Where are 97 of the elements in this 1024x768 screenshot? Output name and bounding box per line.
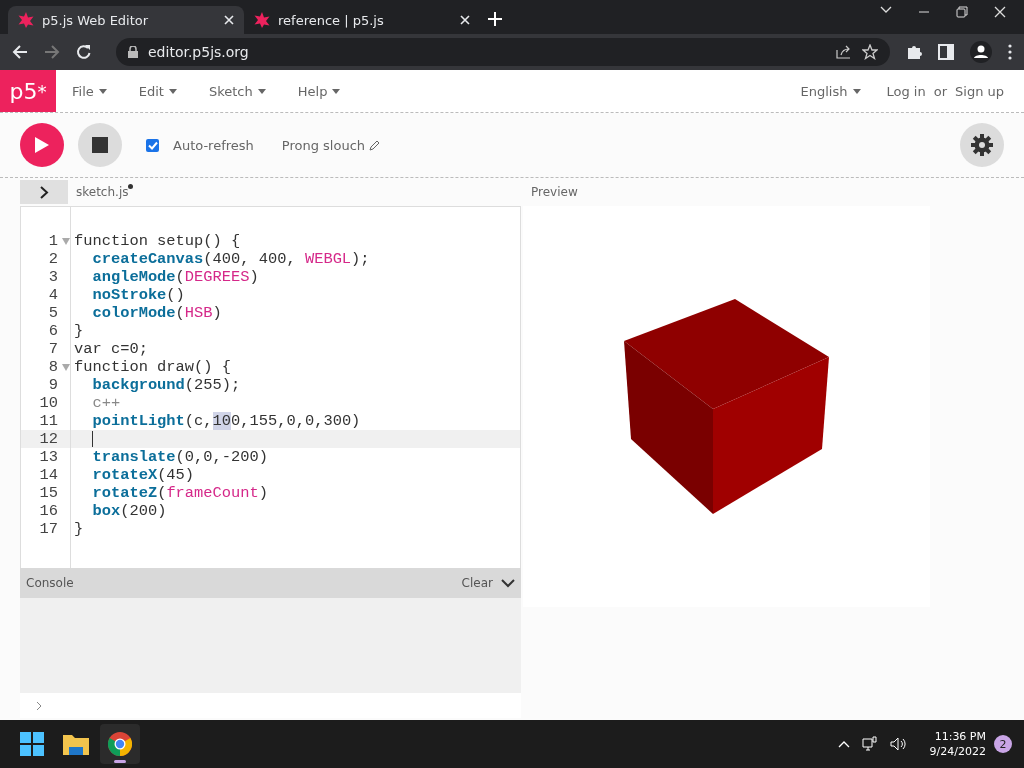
p5-star-icon bbox=[18, 12, 34, 28]
play-button[interactable] bbox=[20, 123, 64, 167]
line-number: 5 bbox=[47, 304, 58, 322]
text-cursor bbox=[92, 431, 93, 447]
close-icon[interactable] bbox=[460, 15, 470, 25]
caret-icon bbox=[168, 88, 177, 94]
preview-label: Preview bbox=[531, 185, 578, 199]
sketch-name[interactable]: Prong slouch bbox=[281, 137, 366, 153]
auto-refresh-label: Auto-refresh bbox=[173, 137, 254, 153]
login-link[interactable]: Log in bbox=[886, 83, 926, 99]
browser-tab[interactable]: p5.js Web Editor bbox=[8, 6, 244, 34]
code-line: background(255); bbox=[91, 376, 241, 394]
stop-icon bbox=[92, 137, 108, 153]
caret-icon bbox=[852, 88, 861, 94]
clock[interactable]: 11:36 PM 9/24/2022 bbox=[929, 729, 986, 759]
auto-refresh-checkbox[interactable] bbox=[146, 138, 159, 152]
line-number: 12 bbox=[38, 430, 58, 448]
code-line: rotateZ(frameCount) bbox=[91, 484, 268, 502]
line-number: 11 bbox=[38, 412, 58, 430]
code-line: colorMode(HSB) bbox=[91, 304, 222, 322]
caret-icon bbox=[257, 88, 266, 94]
folder-icon bbox=[63, 733, 89, 755]
settings-button[interactable] bbox=[960, 123, 1004, 167]
share-icon[interactable] bbox=[836, 45, 852, 59]
line-number: 14 bbox=[38, 466, 58, 484]
line-number: 4 bbox=[47, 286, 58, 304]
restore-icon[interactable] bbox=[956, 6, 968, 18]
menu-item[interactable]: Edit bbox=[132, 82, 183, 100]
forward-icon[interactable] bbox=[44, 44, 60, 60]
date: 9/24/2022 bbox=[929, 744, 986, 759]
line-number: 10 bbox=[38, 394, 58, 412]
signup-link[interactable]: Sign up bbox=[955, 83, 1004, 99]
close-window-icon[interactable] bbox=[994, 6, 1006, 18]
browser-tab[interactable]: reference | p5.js bbox=[244, 6, 480, 34]
code-line: translate(0,0,-200) bbox=[91, 448, 268, 466]
chevron-up-icon[interactable] bbox=[837, 740, 850, 748]
code-line: noStroke() bbox=[91, 286, 185, 304]
line-number: 17 bbox=[38, 520, 58, 538]
time: 11:36 PM bbox=[934, 729, 986, 744]
language-menu[interactable]: English bbox=[794, 82, 867, 100]
line-number: 2 bbox=[47, 250, 58, 268]
console-input[interactable] bbox=[20, 693, 521, 718]
caret-icon bbox=[98, 88, 107, 94]
speaker-icon[interactable] bbox=[889, 737, 908, 751]
line-number: 3 bbox=[47, 268, 58, 286]
code-line: } bbox=[74, 520, 84, 538]
line-number: 6 bbox=[47, 322, 58, 340]
profile-icon[interactable] bbox=[970, 41, 992, 63]
code-line: } bbox=[74, 322, 84, 340]
play-icon bbox=[34, 136, 50, 154]
prompt-icon bbox=[36, 700, 42, 711]
menu-item[interactable]: File bbox=[66, 82, 113, 100]
p5-star-icon bbox=[254, 12, 270, 28]
close-icon[interactable] bbox=[224, 15, 234, 25]
line-number: 16 bbox=[38, 502, 58, 520]
lock-icon bbox=[128, 46, 138, 58]
code-line: c++ bbox=[91, 394, 121, 412]
code-line: box(200) bbox=[91, 502, 167, 520]
network-icon[interactable] bbox=[861, 736, 878, 752]
line-number: 1 bbox=[47, 232, 58, 250]
code-line: function draw() { bbox=[74, 358, 231, 376]
new-tab-icon[interactable] bbox=[488, 12, 502, 26]
console-title: Console bbox=[26, 576, 74, 590]
chevron-down-icon[interactable] bbox=[501, 578, 515, 588]
more-icon[interactable] bbox=[1008, 44, 1012, 60]
line-number: 13 bbox=[38, 448, 58, 466]
reload-icon[interactable] bbox=[76, 44, 92, 60]
taskbar-app[interactable] bbox=[100, 724, 140, 764]
code-line: pointLight(c,100,155,0,0,300) bbox=[91, 412, 361, 430]
notification-badge[interactable]: 2 bbox=[994, 735, 1012, 753]
line-number: 7 bbox=[47, 340, 58, 358]
chrome-icon bbox=[108, 732, 132, 756]
windows-logo-icon bbox=[20, 732, 44, 756]
chevron-right-icon bbox=[39, 185, 49, 199]
pencil-icon[interactable] bbox=[369, 139, 381, 151]
star-icon[interactable] bbox=[862, 44, 878, 60]
caret-icon bbox=[332, 88, 341, 94]
code-line: function setup() { bbox=[74, 232, 241, 250]
line-number: 8 bbox=[47, 358, 58, 376]
line-number: 9 bbox=[47, 376, 58, 394]
clear-button[interactable]: Clear bbox=[461, 576, 493, 590]
stop-button[interactable] bbox=[78, 123, 122, 167]
address-bar[interactable]: editor.p5js.org bbox=[116, 38, 890, 66]
back-icon[interactable] bbox=[12, 44, 28, 60]
expand-sidebar-button[interactable] bbox=[20, 180, 68, 204]
or-text: or bbox=[933, 83, 947, 99]
code-line: createCanvas(400, 400, WEBGL); bbox=[91, 250, 370, 268]
settings-icon bbox=[971, 134, 993, 156]
side-panel-icon[interactable] bbox=[938, 44, 954, 60]
code-line: angleMode(DEGREES) bbox=[91, 268, 259, 286]
menu-item[interactable]: Help bbox=[291, 82, 347, 100]
puzzle-icon[interactable] bbox=[906, 44, 922, 60]
line-number: 15 bbox=[38, 484, 58, 502]
menu-item[interactable]: Sketch bbox=[202, 82, 272, 100]
code-line: rotateX(45) bbox=[91, 466, 195, 484]
file-name: sketch.js bbox=[76, 185, 129, 199]
code-line: var c=0; bbox=[74, 340, 148, 358]
